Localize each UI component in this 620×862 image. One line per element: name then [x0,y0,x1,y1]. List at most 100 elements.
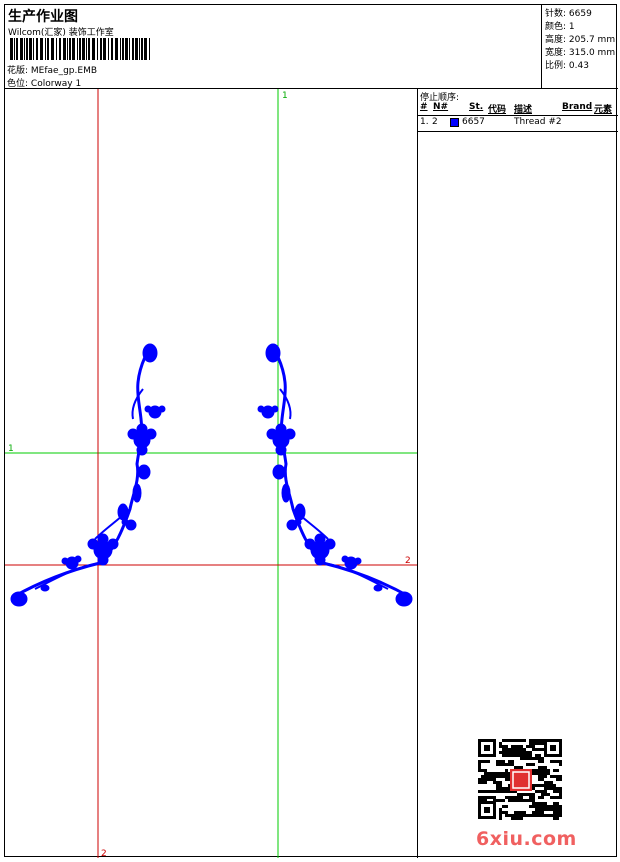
qr-module [517,796,520,799]
qr-module [544,769,547,772]
barcode-bar [45,38,46,60]
qr-module [556,814,559,817]
qr-module [538,742,541,745]
qr-module [541,793,544,796]
barcode [10,38,150,60]
qr-module [502,811,505,814]
qr-module [532,742,535,745]
qr-module [511,751,514,754]
qr-finder-bottom-left [478,801,496,819]
qr-module [514,754,517,757]
qr-module [532,805,535,808]
qr-module [538,757,541,760]
colorway-value: Colorway 1 [30,79,82,89]
qr-module [487,790,490,793]
qr-module [499,811,502,814]
qr-module [556,769,559,772]
qr-module [535,769,538,772]
qr-module [538,760,541,763]
qr-module [529,751,532,754]
qr-module [490,790,493,793]
qr-module [484,790,487,793]
qr-module [559,793,562,796]
stats-box: 针数: 6659 颜色: 1 高度: 205.7 mm 宽度: 315.0 mm… [542,5,618,89]
qr-module [559,808,562,811]
qr-module [496,781,499,784]
qr-module [511,763,514,766]
qr-module [526,745,529,748]
stat-colors: 颜色: 1 [545,19,575,32]
qr-module [478,766,481,769]
qr-module [535,811,538,814]
qr-module [559,814,562,817]
design-preview: 1 1 2 2 [5,89,418,859]
barcode-bar [139,38,140,60]
qr-module [523,754,526,757]
qr-module [493,778,496,781]
qr-module [508,814,511,817]
qr-module [547,808,550,811]
design-canvas: 1 1 2 2 [5,89,417,859]
qr-module [532,796,535,799]
qr-module [529,745,532,748]
qr-module [505,778,508,781]
qr-module [541,742,544,745]
guide-label-right: 2 [405,556,411,566]
qr-module [499,742,502,745]
qr-module [529,796,532,799]
qr-module [544,772,547,775]
barcode-bar [129,38,130,60]
qr-module [538,778,541,781]
qr-module [556,805,559,808]
qr-module [505,739,508,742]
barcode-bar [135,38,138,60]
qr-module [538,769,541,772]
row-desc: Thread #2 [514,117,562,127]
qr-module [538,796,541,799]
qr-module [541,811,544,814]
qr-module [496,784,499,787]
qr-module [499,772,502,775]
qr-module [553,784,556,787]
qr-module [559,796,562,799]
barcode-bar [92,38,95,60]
qr-finder-top-right [544,739,562,757]
qr-module [505,745,508,748]
barcode-bar [56,38,57,60]
qr-module [505,814,508,817]
row-code: 6657 [462,117,485,127]
qr-module [556,796,559,799]
qr-module [514,739,517,742]
qr-module [550,808,553,811]
qr-module [484,772,487,775]
qr-module [544,805,547,808]
qr-module [478,763,481,766]
qr-module [535,742,538,745]
qr-module [523,799,526,802]
qr-module [532,799,535,802]
qr-module [526,763,529,766]
qr-module [547,814,550,817]
qr-module [541,784,544,787]
qr-module [553,760,556,763]
barcode-bar [24,38,25,60]
qr-module [514,814,517,817]
qr-module [499,790,502,793]
qr-module [535,802,538,805]
qr-module [487,778,490,781]
qr-module [493,772,496,775]
barcode-bar [149,38,150,60]
qr-module [559,805,562,808]
qr-module [484,769,487,772]
qr-module [553,787,556,790]
qr-module [520,754,523,757]
qr-module [541,805,544,808]
qr-module [544,790,547,793]
row-divider [418,131,618,132]
qr-module [481,790,484,793]
barcode-bar [103,38,106,60]
colorway-label: 色位: [7,79,29,89]
stat-colors-label: 颜色: [545,22,567,32]
barcode-bar [100,38,102,60]
qr-module [505,751,508,754]
